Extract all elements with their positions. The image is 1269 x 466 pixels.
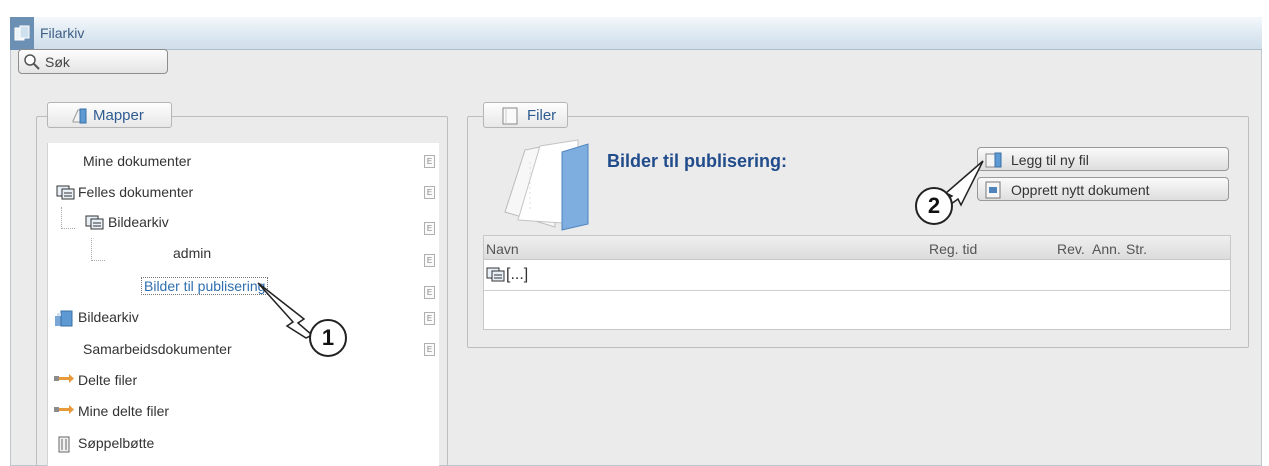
mapper-legend-label: Mapper	[93, 107, 144, 124]
column-header-rev[interactable]: Rev.	[1057, 241, 1085, 257]
parent-folder-link[interactable]: [...]	[506, 266, 528, 284]
e-icon[interactable]: E	[424, 222, 435, 235]
e-icon[interactable]: E	[424, 343, 435, 356]
folder-doc-icon	[70, 107, 88, 128]
tree-connector	[91, 238, 105, 261]
filer-legend: Filer	[483, 102, 568, 128]
e-icon[interactable]: E	[424, 312, 435, 325]
shared-folder-icon	[486, 265, 506, 286]
document-folder-illustration	[500, 132, 590, 232]
column-header-ann[interactable]: Ann.	[1092, 241, 1121, 257]
shared-arrow-icon	[53, 372, 75, 389]
e-icon[interactable]: E	[424, 186, 435, 199]
file-archive-app-icon	[10, 17, 34, 50]
shared-folder-icon	[85, 213, 105, 234]
callout-1: 1	[309, 319, 347, 357]
e-icon[interactable]: E	[424, 155, 435, 168]
column-header-navn[interactable]: Navn	[486, 241, 519, 257]
new-document-icon	[984, 181, 1002, 202]
shared-arrow-icon	[53, 403, 75, 420]
column-header-reg-tid[interactable]: Reg. tid	[929, 241, 977, 257]
tree-connector	[61, 207, 75, 229]
window-title: Filarkiv	[40, 25, 85, 41]
shared-folder-icon	[56, 183, 76, 204]
trash-icon	[56, 434, 72, 457]
magnifier-icon	[23, 53, 41, 74]
mapper-legend: Mapper	[47, 102, 172, 128]
add-file-icon	[984, 151, 1004, 172]
column-header-str[interactable]: Str.	[1126, 241, 1147, 257]
e-icon[interactable]: E	[424, 286, 435, 299]
add-file-button[interactable]: Legg til ny fil	[977, 147, 1229, 171]
create-document-button[interactable]: Opprett nytt dokument	[977, 177, 1229, 201]
folder-heading: Bilder til publisering:	[607, 151, 788, 171]
title-bar: Filarkiv	[10, 17, 1262, 50]
table-row[interactable]: [...]	[484, 260, 1230, 291]
filer-legend-label: Filer	[527, 107, 557, 124]
document-icon	[502, 107, 518, 128]
search-button-label: Søk	[45, 54, 70, 70]
table-header: Navn Reg. tid Rev. Ann. Str.	[484, 236, 1230, 260]
e-icon[interactable]: E	[424, 254, 435, 267]
file-table: Navn Reg. tid Rev. Ann. Str. [...]	[483, 235, 1231, 330]
image-archive-icon	[53, 308, 75, 331]
callout-2: 2	[915, 187, 953, 225]
search-button[interactable]: Søk	[18, 49, 168, 74]
